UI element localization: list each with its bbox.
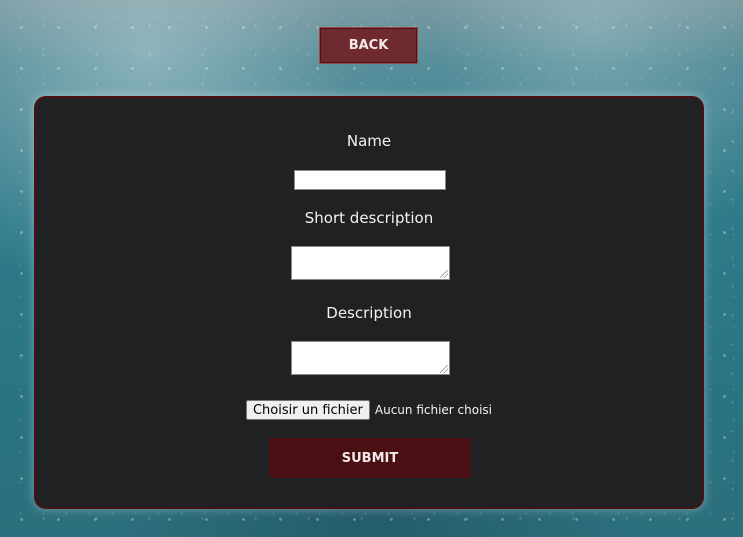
- description-label: Description: [326, 304, 412, 322]
- choose-file-button[interactable]: Choisir un fichier: [245, 400, 370, 420]
- short-description-textarea[interactable]: [291, 246, 450, 280]
- file-input: Choisir un fichier Aucun fichier choisi: [36, 400, 702, 420]
- resize-grip-icon[interactable]: [440, 365, 448, 373]
- back-button[interactable]: BACK: [319, 27, 418, 64]
- name-label: Name: [346, 132, 392, 150]
- description-textarea[interactable]: [291, 341, 450, 375]
- resize-grip-icon[interactable]: [440, 270, 448, 278]
- form-panel: Name Short description Description Chois…: [34, 96, 704, 509]
- file-status-text: Aucun fichier choisi: [374, 403, 493, 417]
- name-input[interactable]: [294, 170, 446, 190]
- short-description-label: Short description: [304, 209, 434, 227]
- submit-button[interactable]: SUBMIT: [269, 438, 471, 478]
